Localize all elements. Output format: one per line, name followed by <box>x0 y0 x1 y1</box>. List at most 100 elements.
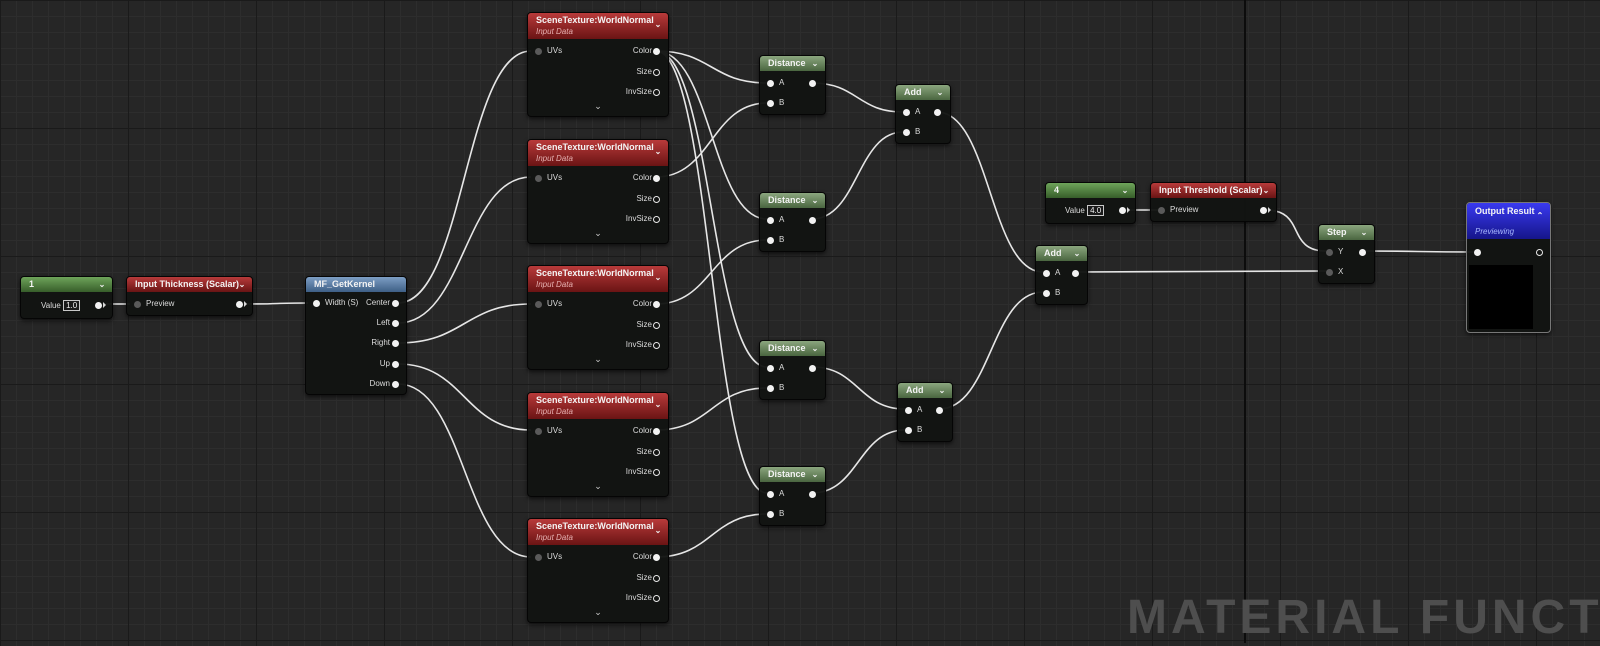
a-input-pin[interactable] <box>1043 270 1050 277</box>
distance-node-4[interactable]: Distance ⌄ A B <box>759 466 826 526</box>
invsize-output-pin[interactable] <box>653 595 660 602</box>
chevron-down-icon[interactable]: ⌄ <box>810 467 820 482</box>
node-header[interactable]: Add ⌄ <box>898 383 952 398</box>
node-header[interactable]: Add ⌄ <box>896 85 950 100</box>
node-header[interactable]: Output Result Previewing ⌃ <box>1467 203 1550 239</box>
input-thickness-node[interactable]: Input Thickness (Scalar) ⌄ Preview <box>126 276 253 316</box>
scenetexture-node-5[interactable]: SceneTexture:WorldNormal Input Data ⌄ UV… <box>527 518 669 623</box>
expand-chevron-icon[interactable]: ⌄ <box>592 354 604 365</box>
node-header[interactable]: Distance ⌄ <box>760 467 825 482</box>
node-header[interactable]: SceneTexture:WorldNormal Input Data ⌄ <box>528 140 668 166</box>
distance-node-2[interactable]: Distance ⌄ A B <box>759 192 826 252</box>
output-pin[interactable] <box>809 365 816 372</box>
chevron-down-icon[interactable]: ⌄ <box>653 18 663 31</box>
chevron-down-icon[interactable]: ⌄ <box>237 277 247 292</box>
output-pin[interactable] <box>236 301 243 308</box>
node-header[interactable]: Distance ⌄ <box>760 56 825 71</box>
uvs-input-pin[interactable] <box>535 428 542 435</box>
constant-node-4[interactable]: 4 ⌄ Value 4.0 <box>1045 182 1136 224</box>
chevron-down-icon[interactable]: ⌄ <box>1072 246 1082 261</box>
uvs-input-pin[interactable] <box>535 554 542 561</box>
output-pin[interactable] <box>809 217 816 224</box>
chevron-down-icon[interactable]: ⌄ <box>97 277 107 292</box>
node-header[interactable]: 4 ⌄ <box>1046 183 1135 198</box>
a-input-pin[interactable] <box>905 407 912 414</box>
b-input-pin[interactable] <box>1043 290 1050 297</box>
output-pin[interactable] <box>1119 207 1126 214</box>
chevron-down-icon[interactable]: ⌄ <box>810 56 820 71</box>
output-pin[interactable] <box>934 109 941 116</box>
scenetexture-node-1[interactable]: SceneTexture:WorldNormal Input Data ⌄ UV… <box>527 12 669 117</box>
uvs-input-pin[interactable] <box>535 175 542 182</box>
size-output-pin[interactable] <box>653 575 660 582</box>
center-output-pin[interactable] <box>392 300 399 307</box>
a-input-pin[interactable] <box>767 365 774 372</box>
invsize-output-pin[interactable] <box>653 89 660 96</box>
output-ring-pin[interactable] <box>1536 249 1543 256</box>
uvs-input-pin[interactable] <box>535 301 542 308</box>
chevron-down-icon[interactable]: ⌄ <box>653 145 663 158</box>
output-pin[interactable] <box>1260 207 1267 214</box>
chevron-up-icon[interactable]: ⌃ <box>1535 209 1545 222</box>
value-field[interactable]: 4.0 <box>1087 205 1105 216</box>
node-header[interactable]: SceneTexture:WorldNormal Input Data ⌄ <box>528 393 668 419</box>
scenetexture-node-2[interactable]: SceneTexture:WorldNormal Input Data ⌄ UV… <box>527 139 669 244</box>
mf-getkernel-node[interactable]: MF_GetKernel Width (S) Center Left Right… <box>305 276 407 395</box>
scenetexture-node-3[interactable]: SceneTexture:WorldNormal Input Data ⌄ UV… <box>527 265 669 370</box>
add-node-2[interactable]: Add ⌄ A B <box>1035 245 1088 305</box>
node-header[interactable]: Distance ⌄ <box>760 341 825 356</box>
preview-input-pin[interactable] <box>134 301 141 308</box>
node-header[interactable]: Input Thickness (Scalar) ⌄ <box>127 277 252 292</box>
color-output-pin[interactable] <box>653 428 660 435</box>
b-input-pin[interactable] <box>767 511 774 518</box>
expand-chevron-icon[interactable]: ⌄ <box>592 481 604 492</box>
chevron-down-icon[interactable]: ⌄ <box>1261 183 1271 198</box>
add-node-3[interactable]: Add ⌄ A B <box>897 382 953 442</box>
b-input-pin[interactable] <box>903 129 910 136</box>
step-node[interactable]: Step ⌄ Y X <box>1318 224 1375 284</box>
chevron-down-icon[interactable]: ⌄ <box>1359 225 1369 240</box>
output-pin[interactable] <box>95 302 102 309</box>
width-input-pin[interactable] <box>313 300 320 307</box>
y-input-pin[interactable] <box>1326 249 1333 256</box>
expand-chevron-icon[interactable]: ⌄ <box>592 101 604 112</box>
color-output-pin[interactable] <box>653 175 660 182</box>
chevron-down-icon[interactable]: ⌄ <box>810 193 820 208</box>
a-input-pin[interactable] <box>903 109 910 116</box>
right-output-pin[interactable] <box>392 340 399 347</box>
constant-node-1[interactable]: 1 ⌄ Value 1.0 <box>20 276 113 319</box>
b-input-pin[interactable] <box>905 427 912 434</box>
chevron-down-icon[interactable]: ⌄ <box>810 341 820 356</box>
size-output-pin[interactable] <box>653 69 660 76</box>
output-pin[interactable] <box>1072 270 1079 277</box>
value-field[interactable]: 1.0 <box>63 300 81 311</box>
preview-input-pin[interactable] <box>1158 207 1165 214</box>
chevron-down-icon[interactable]: ⌄ <box>1120 183 1130 198</box>
expand-chevron-icon[interactable]: ⌄ <box>592 228 604 239</box>
scenetexture-node-4[interactable]: SceneTexture:WorldNormal Input Data ⌄ UV… <box>527 392 669 497</box>
down-output-pin[interactable] <box>392 381 399 388</box>
chevron-down-icon[interactable]: ⌄ <box>935 85 945 100</box>
chevron-down-icon[interactable]: ⌄ <box>653 398 663 411</box>
invsize-output-pin[interactable] <box>653 216 660 223</box>
a-input-pin[interactable] <box>767 217 774 224</box>
output-result-node[interactable]: Output Result Previewing ⌃ <box>1466 202 1551 333</box>
node-header[interactable]: Step ⌄ <box>1319 225 1374 240</box>
left-output-pin[interactable] <box>392 320 399 327</box>
color-output-pin[interactable] <box>653 554 660 561</box>
distance-node-1[interactable]: Distance ⌄ A B <box>759 55 826 115</box>
node-header[interactable]: MF_GetKernel <box>306 277 406 292</box>
node-header[interactable]: 1 ⌄ <box>21 277 112 292</box>
up-output-pin[interactable] <box>392 361 399 368</box>
node-header[interactable]: Input Threshold (Scalar) ⌄ <box>1151 183 1276 198</box>
node-header[interactable]: SceneTexture:WorldNormal Input Data ⌄ <box>528 13 668 39</box>
size-output-pin[interactable] <box>653 196 660 203</box>
color-output-pin[interactable] <box>653 301 660 308</box>
invsize-output-pin[interactable] <box>653 469 660 476</box>
node-header[interactable]: SceneTexture:WorldNormal Input Data ⌄ <box>528 266 668 292</box>
x-input-pin[interactable] <box>1326 269 1333 276</box>
color-output-pin[interactable] <box>653 48 660 55</box>
b-input-pin[interactable] <box>767 385 774 392</box>
uvs-input-pin[interactable] <box>535 48 542 55</box>
b-input-pin[interactable] <box>767 237 774 244</box>
